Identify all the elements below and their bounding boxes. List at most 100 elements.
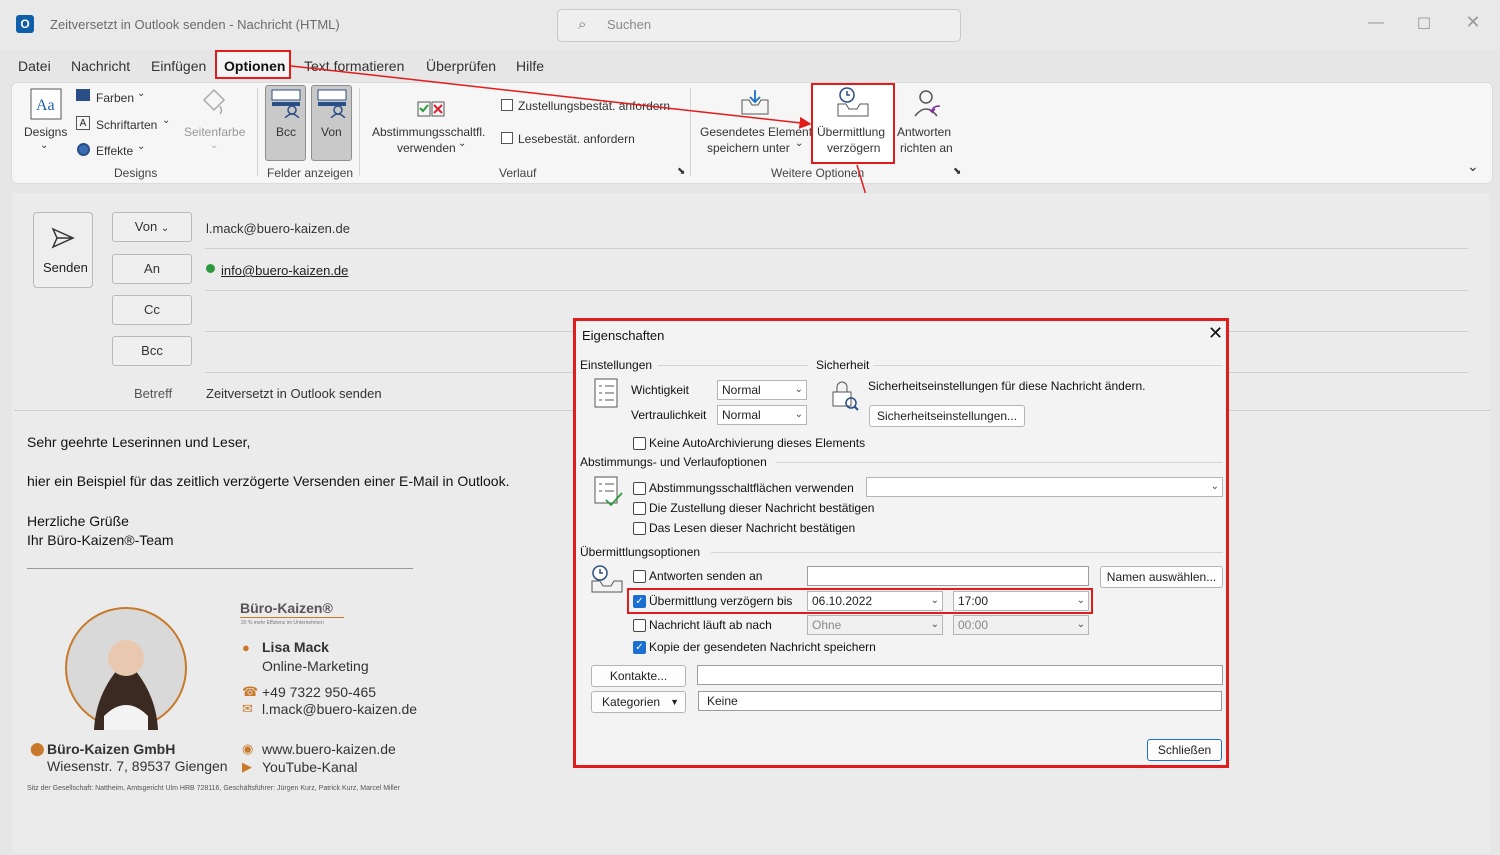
signature-name: Lisa Mack [262, 639, 329, 655]
signature-address: Wiesenstr. 7, 89537 Giengen [47, 758, 228, 774]
lesen-label: Das Lesen dieser Nachricht bestätigen [649, 521, 856, 535]
caret-down-icon: ▼ [670, 697, 679, 707]
an-button[interactable]: An [112, 254, 192, 284]
keine-archiv-label: Keine AutoArchivierung dieses Elements [649, 436, 866, 450]
send-label: Senden [43, 260, 88, 275]
body-line-team: Ihr Büro-Kaizen®-Team [27, 532, 174, 548]
body-line-closing: Herzliche Grüße [27, 513, 129, 529]
send-icon [51, 227, 75, 249]
ablauf-date: Ohne [812, 618, 842, 632]
kategorien-value: Keine [698, 691, 1222, 711]
voting-icon [594, 476, 623, 507]
cc-button[interactable]: Cc [112, 295, 192, 325]
avatar [65, 607, 187, 730]
von-dropdown-icon: ⌄ [160, 223, 170, 234]
kontakte-input[interactable] [697, 665, 1223, 685]
chevron-down-icon: ⌄ [794, 409, 803, 420]
from-divider [205, 248, 1468, 249]
section-divider [711, 552, 1223, 553]
abstimmung-checkbox[interactable] [633, 482, 646, 495]
body-line-greeting: Sehr geehrte Leserinnen und Leser, [27, 434, 251, 450]
properties-dialog: Eigenschaften ✕ Einstellungen Sicherheit… [573, 318, 1229, 768]
signature-company: Büro-Kaizen GmbH [47, 741, 176, 757]
antworten-checkbox[interactable] [633, 570, 646, 583]
verzoegern-label: Übermittlung verzögern bis [649, 594, 793, 608]
wichtigkeit-label: Wichtigkeit [631, 383, 690, 397]
sicherheit-text: Sicherheitseinstellungen für diese Nachr… [868, 379, 1146, 393]
verzoegern-date-picker[interactable]: 06.10.2022 ⌄ [807, 591, 943, 611]
bcc-button[interactable]: Bcc [112, 336, 192, 366]
antworten-label: Antworten senden an [649, 569, 763, 583]
chevron-down-icon: ⌄ [930, 595, 939, 606]
phone-icon: ☎ [242, 684, 259, 699]
verzoegern-checkbox[interactable]: ✓ [633, 595, 646, 608]
location-icon: ⬤ [30, 741, 45, 756]
signature-logo: Büro-Kaizen® [240, 600, 333, 616]
lesen-checkbox[interactable] [633, 522, 646, 535]
von-button[interactable]: Von ⌄ [112, 212, 192, 242]
section-uebermittlung: Übermittlungsoptionen [580, 545, 701, 559]
kategorien-button[interactable]: Kategorien ▼ [591, 691, 686, 713]
dialog-close-icon[interactable]: ✕ [1208, 323, 1223, 344]
section-abstimmung: Abstimmungs- und Verlaufoptionen [580, 455, 767, 469]
send-button[interactable] [33, 212, 93, 288]
dialog-title: Eigenschaften [582, 328, 665, 343]
wichtigkeit-select[interactable]: Normal ⌄ [717, 380, 807, 400]
ablauf-checkbox[interactable] [633, 619, 646, 632]
section-divider [658, 365, 808, 366]
verzoegern-time-picker[interactable]: 17:00 ⌄ [953, 591, 1089, 611]
sicherheitseinstellungen-button[interactable]: Sicherheitseinstellungen... [869, 405, 1025, 427]
chevron-down-icon: ⌄ [794, 384, 803, 395]
presence-icon [206, 264, 215, 273]
signature-web[interactable]: www.buero-kaizen.de [262, 741, 396, 757]
to-recipient[interactable]: info@buero-kaizen.de [221, 263, 348, 278]
zustellung-label: Die Zustellung dieser Nachricht bestätig… [649, 501, 875, 515]
signature-email[interactable]: l.mack@buero-kaizen.de [262, 701, 417, 717]
kategorien-label: Kategorien [602, 695, 661, 709]
chevron-down-icon: ⌄ [930, 619, 939, 630]
vertraulichkeit-label: Vertraulichkeit [631, 408, 707, 422]
zustellung-checkbox[interactable] [633, 502, 646, 515]
delivery-options-icon [591, 565, 623, 593]
signature-role: Online-Marketing [262, 658, 369, 674]
from-value: l.mack@buero-kaizen.de [206, 221, 350, 236]
chevron-down-icon: ⌄ [1210, 481, 1219, 492]
signature-youtube[interactable]: YouTube-Kanal [262, 759, 357, 775]
wichtigkeit-value: Normal [722, 383, 761, 397]
abstimmung-select[interactable]: ⌄ [866, 477, 1223, 497]
kopie-label: Kopie der gesendeten Nachricht speichern [649, 640, 876, 654]
logo-underline [240, 617, 344, 618]
keine-archiv-checkbox[interactable] [633, 437, 646, 450]
subject-input[interactable]: Zeitversetzt in Outlook senden [206, 386, 382, 401]
kontakte-button[interactable]: Kontakte... [591, 665, 686, 687]
schliessen-button[interactable]: Schließen [1147, 739, 1222, 761]
namen-auswaehlen-button[interactable]: Namen auswählen... [1100, 566, 1223, 588]
ablauf-date-picker[interactable]: Ohne ⌄ [807, 615, 943, 635]
ablauf-time: 00:00 [958, 618, 989, 632]
mail-icon: ✉ [242, 701, 253, 716]
vertraulichkeit-select[interactable]: Normal ⌄ [717, 405, 807, 425]
chevron-down-icon: ⌄ [1076, 619, 1085, 630]
vertraulichkeit-value: Normal [722, 408, 761, 422]
to-divider [205, 290, 1468, 291]
von-button-label: Von [134, 219, 158, 234]
verzoegern-date: 06.10.2022 [812, 594, 873, 608]
security-lock-icon [832, 381, 859, 411]
person-icon: ● [242, 640, 250, 655]
chevron-down-icon: ⌄ [1076, 595, 1085, 606]
section-einstellungen: Einstellungen [580, 358, 653, 372]
logo-tagline: 20 % mehr Effizienz im Unternehmen [241, 620, 324, 626]
section-divider [776, 462, 1223, 463]
antworten-input[interactable] [807, 566, 1089, 586]
subject-label: Betreff [134, 386, 173, 401]
signature-legal: Sitz der Gesellschaft: Nattheim, Amtsger… [27, 785, 400, 792]
abstimmung-label: Abstimmungsschaltflächen verwenden [649, 481, 854, 495]
youtube-icon: ▶ [242, 759, 252, 774]
ablauf-label: Nachricht läuft ab nach [649, 618, 772, 632]
ablauf-time-picker[interactable]: 00:00 ⌄ [953, 615, 1089, 635]
kopie-checkbox[interactable]: ✓ [633, 641, 646, 654]
globe-icon: ◉ [242, 741, 254, 756]
settings-list-icon [594, 378, 618, 408]
verzoegern-time: 17:00 [958, 594, 989, 608]
signature-divider [27, 568, 413, 569]
